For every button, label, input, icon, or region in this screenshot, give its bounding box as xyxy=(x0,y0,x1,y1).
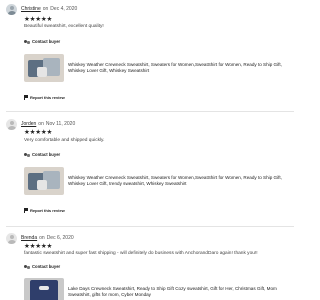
flag-icon xyxy=(24,95,28,100)
product-title[interactable]: Lake Days Crewneck Sweatshirt, Ready to … xyxy=(68,286,293,298)
report-review-label: Report this review xyxy=(30,208,65,213)
product-link[interactable]: Whiskey Weather Crewneck Sweatshirt, Swe… xyxy=(24,167,294,195)
avatar[interactable] xyxy=(6,118,17,130)
review-1: Christine on Dec 4, 2020 ★★★★★ Beautiful… xyxy=(0,2,300,102)
product-link[interactable]: Lake Days Crewneck Sweatshirt, Ready to … xyxy=(24,278,294,300)
on-word: on xyxy=(39,235,45,241)
product-thumbnail[interactable] xyxy=(24,54,64,82)
contact-buyer-button[interactable]: Contact buyer xyxy=(24,152,60,157)
divider xyxy=(6,226,294,227)
star-rating: ★★★★★ xyxy=(24,16,53,23)
reviewer-name[interactable]: Jorden xyxy=(21,121,36,127)
user-icon xyxy=(24,264,30,269)
review-date: Dec 4, 2020 xyxy=(50,6,78,12)
review-comment: Beautiful sweatshirt, excellent quality! xyxy=(24,24,104,29)
user-icon xyxy=(24,39,30,44)
report-review-button[interactable]: Report this review xyxy=(24,208,65,213)
on-word: on xyxy=(42,6,49,12)
contact-buyer-label: Contact buyer xyxy=(32,152,61,157)
product-thumbnail[interactable] xyxy=(24,167,64,195)
product-title[interactable]: Whiskey Weather Crewneck Sweatshirt, Swe… xyxy=(68,62,293,74)
user-icon xyxy=(24,152,30,157)
reviewer-name[interactable]: Brenda xyxy=(21,235,37,241)
review-2: Jorden on Nov 11, 2020 ★★★★★ Very comfor… xyxy=(0,117,300,217)
flag-icon xyxy=(24,208,28,213)
report-review-label: Report this review xyxy=(30,95,65,100)
reviewer-name[interactable]: Christine xyxy=(21,6,41,12)
avatar[interactable] xyxy=(6,3,17,15)
review-date: Nov 11, 2020 xyxy=(45,121,76,127)
contact-buyer-label: Contact buyer xyxy=(32,264,61,269)
report-review-button[interactable]: Report this review xyxy=(24,95,65,100)
divider xyxy=(6,111,294,112)
contact-buyer-button[interactable]: Contact buyer xyxy=(24,264,60,269)
review-comment: Very comfortable and shipped quickly. xyxy=(24,138,105,143)
product-title[interactable]: Whiskey Weather Crewneck Sweatshirt, Swe… xyxy=(68,175,293,187)
contact-buyer-button[interactable]: Contact buyer xyxy=(24,39,60,44)
star-rating: ★★★★★ xyxy=(24,129,53,136)
contact-buyer-label: Contact buyer xyxy=(32,39,61,44)
star-rating: ★★★★★ xyxy=(24,243,53,250)
avatar[interactable] xyxy=(6,232,17,244)
product-thumbnail[interactable] xyxy=(24,278,64,300)
product-link[interactable]: Whiskey Weather Crewneck Sweatshirt, Swe… xyxy=(24,54,294,82)
review-header: Christine on Dec 4, 2020 xyxy=(6,3,77,15)
review-date: Dec 6, 2020 xyxy=(46,235,74,241)
on-word: on xyxy=(38,121,44,127)
review-comment: fantastic sweatshirt and super fast ship… xyxy=(24,251,258,256)
review-3: Brenda on Dec 6, 2020 ★★★★★ fantastic sw… xyxy=(0,231,300,300)
